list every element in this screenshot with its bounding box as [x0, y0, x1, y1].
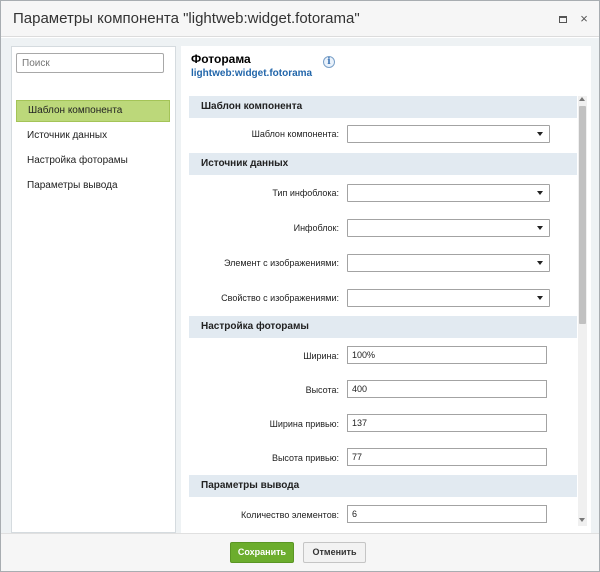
thumb-height-input[interactable]: 77 [347, 448, 547, 466]
field-label: Инфоблок: [293, 223, 339, 233]
dialog-titlebar[interactable]: Параметры компонента "lightweb:widget.fo… [1, 1, 599, 37]
field-label: Ширина: [303, 351, 339, 361]
width-input[interactable]: 100% [347, 346, 547, 364]
field-label: Тип инфоблока: [272, 188, 339, 198]
template-select[interactable] [347, 125, 550, 143]
chevron-down-icon [537, 296, 543, 300]
dialog-body: Шаблон компонента Источник данных Настро… [1, 38, 599, 533]
section-header-template: Шаблон компонента [189, 96, 577, 118]
field-label: Ширина привью: [269, 419, 339, 429]
save-button[interactable]: Сохранить [230, 542, 294, 563]
dialog-footer: Сохранить Отменить [1, 533, 599, 571]
element-count-input[interactable]: 6 [347, 505, 547, 523]
main-panel: Фоторама lightweb:widget.fotorama i Шабл… [181, 46, 591, 533]
component-name: Фоторама [191, 52, 251, 66]
image-property-select[interactable] [347, 289, 550, 307]
scroll-thumb[interactable] [579, 106, 586, 324]
chevron-down-icon [537, 191, 543, 195]
chevron-down-icon [537, 226, 543, 230]
component-code: lightweb:widget.fotorama [191, 68, 313, 79]
sidebar-item-output[interactable]: Параметры вывода [16, 175, 170, 197]
sidebar-item-fotorama[interactable]: Настройка фоторамы [16, 150, 170, 172]
info-icon[interactable]: i [323, 56, 335, 68]
height-input[interactable]: 400 [347, 380, 547, 398]
field-label: Высота: [305, 385, 339, 395]
field-label: Количество элементов: [241, 510, 339, 520]
maximize-icon[interactable] [557, 13, 569, 25]
sidebar-item-source[interactable]: Источник данных [16, 125, 170, 147]
vertical-scrollbar[interactable] [578, 96, 587, 526]
component-params-dialog: Параметры компонента "lightweb:widget.fo… [0, 0, 600, 572]
iblock-select[interactable] [347, 219, 550, 237]
chevron-down-icon [537, 132, 543, 136]
thumb-width-input[interactable]: 137 [347, 414, 547, 432]
scroll-up-icon[interactable] [579, 97, 585, 101]
close-icon[interactable]: × [578, 12, 590, 25]
section-header-output: Параметры вывода [189, 475, 577, 497]
sidebar: Шаблон компонента Источник данных Настро… [11, 46, 176, 533]
sidebar-item-template[interactable]: Шаблон компонента [16, 100, 170, 122]
section-header-fotorama: Настройка фоторамы [189, 316, 577, 338]
image-element-select[interactable] [347, 254, 550, 272]
search-input[interactable] [16, 53, 164, 73]
iblock-type-select[interactable] [347, 184, 550, 202]
field-label: Элемент с изображениями: [223, 258, 339, 268]
params-scroll-area[interactable]: Шаблон компонента Шаблон компонента: Ист… [189, 96, 589, 526]
section-header-source: Источник данных [189, 153, 577, 175]
chevron-down-icon [537, 261, 543, 265]
cancel-button[interactable]: Отменить [303, 542, 366, 563]
field-label: Шаблон компонента: [251, 129, 339, 139]
scroll-down-icon[interactable] [579, 518, 585, 522]
dialog-title: Параметры компонента "lightweb:widget.fo… [13, 10, 360, 27]
field-label: Высота привью: [271, 453, 339, 463]
field-label: Свойство с изображениями: [221, 293, 339, 303]
